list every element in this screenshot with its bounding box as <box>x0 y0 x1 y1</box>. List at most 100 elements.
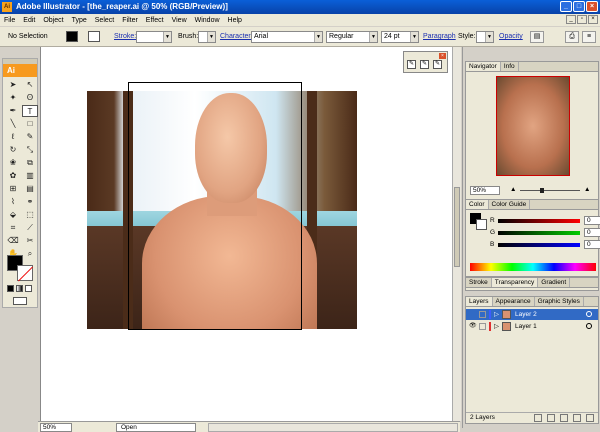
stroke-swatch[interactable] <box>88 31 100 42</box>
layer-row-layer-1[interactable]: 👁 ▷ Layer 1 <box>466 321 598 332</box>
brush-1-icon[interactable]: ✎ <box>407 60 416 69</box>
maximize-button[interactable]: □ <box>573 1 585 12</box>
eraser-tool-icon[interactable]: ⌫ <box>5 235 21 247</box>
horizontal-scrollbar[interactable] <box>208 423 458 432</box>
panel-close-icon[interactable]: × <box>439 53 446 59</box>
layer-row-layer-2[interactable]: ▷ Layer 2 <box>466 309 598 320</box>
navigator-thumbnail[interactable] <box>496 76 570 176</box>
close-button[interactable]: × <box>586 1 598 12</box>
delete-layer-icon[interactable] <box>586 414 594 422</box>
color-spectrum[interactable] <box>470 263 596 271</box>
vertical-scroll-thumb[interactable] <box>454 187 460 267</box>
tab-info[interactable]: Info <box>501 62 519 71</box>
live-paint-selection-tool-icon[interactable]: ⬚ <box>22 209 38 221</box>
zoom-in-icon[interactable]: ▲ <box>584 186 590 193</box>
tab-gradient[interactable]: Gradient <box>538 278 571 287</box>
navigator-zoom-knob[interactable] <box>540 188 544 193</box>
menu-file[interactable]: File <box>0 17 19 24</box>
crop-area-tool-icon[interactable]: ⌗ <box>5 222 21 234</box>
stroke-label[interactable]: Stroke: <box>114 31 136 43</box>
tab-appearance[interactable]: Appearance <box>493 297 535 306</box>
locate-object-icon[interactable] <box>534 414 542 422</box>
scissors-tool-icon[interactable]: ✂ <box>22 235 38 247</box>
document-setup-icon[interactable]: ▤ <box>530 31 544 43</box>
color-stroke-swatch[interactable] <box>476 219 487 230</box>
rectangle-tool-icon[interactable]: □ <box>22 118 38 130</box>
tab-navigator[interactable]: Navigator <box>466 62 501 71</box>
pencil-tool-icon[interactable]: ✎ <box>22 131 38 143</box>
zoom-tool-icon[interactable]: ⌕ <box>22 248 38 260</box>
tab-graphic-styles[interactable]: Graphic Styles <box>535 297 584 306</box>
new-sublayer-icon[interactable] <box>560 414 568 422</box>
document-canvas[interactable] <box>40 47 460 421</box>
live-paint-tool-icon[interactable]: ⬙ <box>5 209 21 221</box>
menu-filter[interactable]: Filter <box>118 17 142 24</box>
fill-swatch[interactable] <box>66 31 78 42</box>
tab-color-guide[interactable]: Color Guide <box>489 200 531 209</box>
print-icon[interactable]: ⎙ <box>565 31 579 43</box>
tab-color[interactable]: Color <box>466 200 489 209</box>
visibility-icon[interactable] <box>469 311 476 318</box>
menu-select[interactable]: Select <box>91 17 118 24</box>
new-layer-icon[interactable] <box>573 414 581 422</box>
brush-dropdown[interactable]: ▼ <box>198 31 216 43</box>
menu-window[interactable]: Window <box>191 17 224 24</box>
opacity-label[interactable]: Opacity <box>499 31 523 43</box>
menu-view[interactable]: View <box>168 17 191 24</box>
lock-toggle-icon[interactable] <box>479 323 486 330</box>
brush-3-icon[interactable]: ✎ <box>433 60 442 69</box>
make-clipping-mask-icon[interactable] <box>547 414 555 422</box>
direct-selection-tool-icon[interactable]: ↖ <box>22 79 38 91</box>
layer-name[interactable]: Layer 1 <box>515 321 537 332</box>
mesh-tool-icon[interactable]: ⊞ <box>5 183 21 195</box>
layer-name[interactable]: Layer 2 <box>515 309 537 320</box>
lasso-tool-icon[interactable]: ʘ <box>22 92 38 104</box>
color-mode-icon[interactable] <box>7 285 14 292</box>
lock-toggle-icon[interactable] <box>479 311 486 318</box>
font-size-field[interactable]: 24 pt ▼ <box>381 31 419 43</box>
green-value-field[interactable]: 0 <box>584 228 600 237</box>
tab-transparency[interactable]: Transparency <box>491 278 539 287</box>
slice-tool-icon[interactable]: ⟋ <box>22 222 38 234</box>
navigator-zoom-slider[interactable] <box>520 190 580 191</box>
rotate-tool-icon[interactable]: ↻ <box>5 144 21 156</box>
visibility-icon[interactable]: 👁 <box>469 323 477 330</box>
font-style-dropdown[interactable]: Regular ▼ <box>326 31 378 43</box>
status-state-dropdown[interactable]: Open <box>116 423 196 432</box>
magic-wand-tool-icon[interactable]: ✦ <box>5 92 21 104</box>
navigator-zoom-field[interactable]: 50% <box>470 186 500 195</box>
blue-value-field[interactable]: 0 <box>584 240 600 249</box>
vertical-scrollbar[interactable] <box>452 47 461 421</box>
eyedropper-tool-icon[interactable]: ⌇ <box>5 196 21 208</box>
doc-close-button[interactable]: × <box>588 15 598 24</box>
font-family-dropdown[interactable]: Arial ▼ <box>251 31 323 43</box>
menu-help[interactable]: Help <box>224 17 246 24</box>
doc-restore-button[interactable]: ▫ <box>577 15 587 24</box>
red-value-field[interactable]: 0 <box>584 216 600 225</box>
graphic-style-dropdown[interactable]: ▼ <box>476 31 494 43</box>
doc-minimize-button[interactable]: _ <box>566 15 576 24</box>
pen-tool-icon[interactable]: ✒ <box>5 105 21 117</box>
menu-object[interactable]: Object <box>39 17 67 24</box>
menu-effect[interactable]: Effect <box>142 17 168 24</box>
screen-mode-icon[interactable] <box>13 297 27 305</box>
menu-edit[interactable]: Edit <box>19 17 39 24</box>
blend-tool-icon[interactable]: ⚭ <box>22 196 38 208</box>
paragraph-label[interactable]: Paragraph <box>423 31 456 43</box>
type-tool-icon[interactable]: T <box>22 105 38 117</box>
tab-layers[interactable]: Layers <box>466 297 493 306</box>
layer-target-icon[interactable] <box>586 323 592 329</box>
stroke-weight-field[interactable]: ▼ <box>136 31 172 43</box>
brush-2-icon[interactable]: ✎ <box>420 60 429 69</box>
gradient-mode-icon[interactable] <box>16 285 23 292</box>
illustrator-app-icon[interactable]: Ai <box>2 2 12 12</box>
scale-tool-icon[interactable]: ⤡ <box>22 144 38 156</box>
status-zoom-field[interactable]: 50% <box>40 423 72 432</box>
expand-triangle-icon[interactable]: ▷ <box>494 321 499 332</box>
line-tool-icon[interactable]: ╲ <box>5 118 21 130</box>
panel-menu-icon[interactable]: ≡ <box>582 31 596 43</box>
selection-tool-icon[interactable]: ➤ <box>5 79 21 91</box>
symbol-sprayer-tool-icon[interactable]: ✿ <box>5 170 21 182</box>
expand-triangle-icon[interactable]: ▷ <box>494 309 499 320</box>
minimize-button[interactable]: _ <box>560 1 572 12</box>
